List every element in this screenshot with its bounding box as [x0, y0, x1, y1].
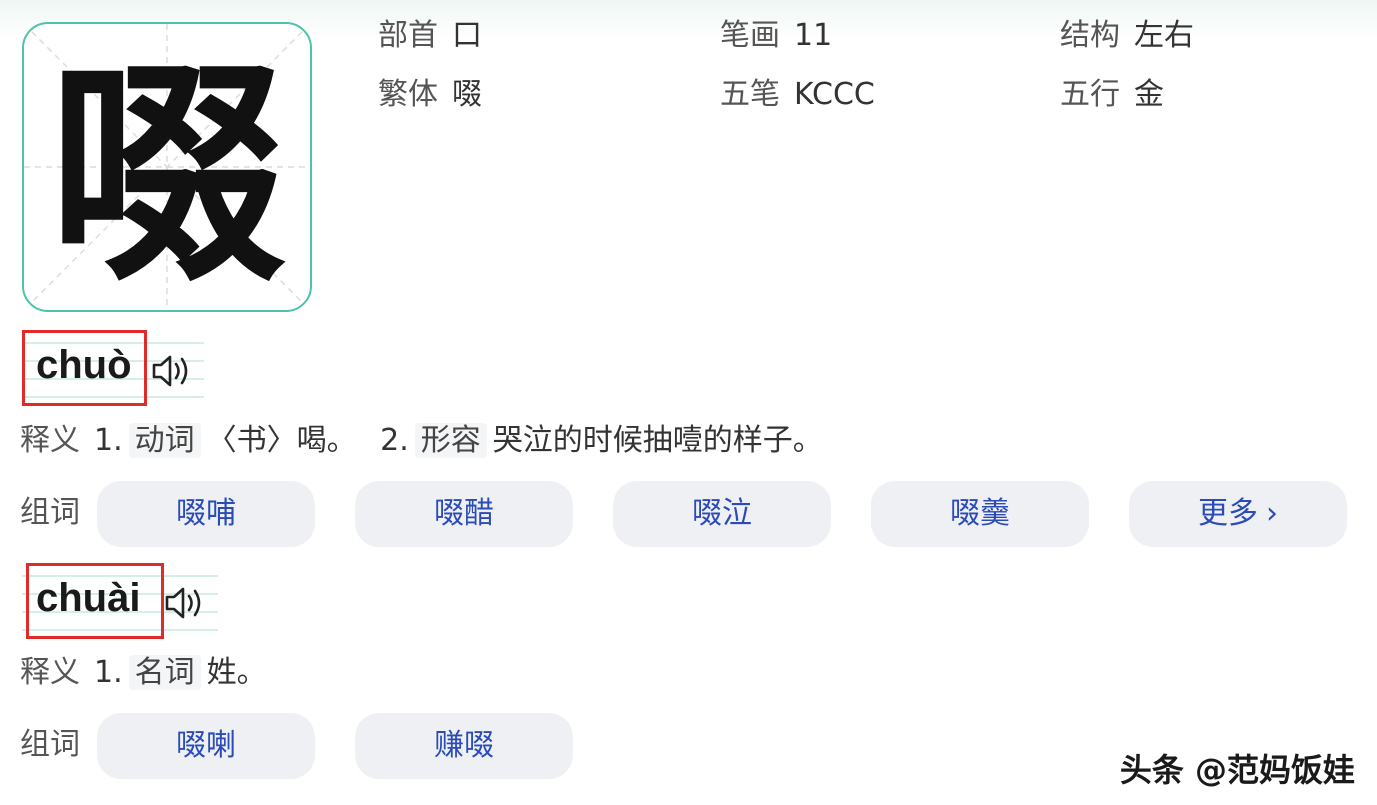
chevron-right-icon: › — [1266, 496, 1278, 531]
definition-number: 1. — [94, 423, 123, 458]
watermark: 头条 @范妈饭娃 — [1119, 751, 1355, 789]
traditional-label: 繁体 — [378, 77, 438, 112]
more-label: 更多 — [1198, 496, 1258, 531]
word-group-label: 组词 — [20, 495, 80, 530]
definition-label: 释义 — [20, 423, 80, 458]
wuxing-value: 金 — [1134, 77, 1164, 112]
structure-value: 左右 — [1134, 18, 1194, 53]
word-button[interactable]: 啜醋 — [355, 481, 573, 547]
word-button[interactable]: 啜哺 — [97, 481, 315, 547]
pinyin-text: chuài — [36, 576, 141, 620]
definition-text: 姓。 — [206, 655, 267, 690]
strokes-label: 笔画 — [720, 18, 780, 53]
character-writing-box: 啜 — [22, 22, 312, 312]
speaker-icon[interactable] — [163, 583, 207, 623]
traditional-value: 啜 — [452, 77, 482, 112]
definition-label: 释义 — [20, 655, 80, 690]
word-button[interactable]: 啜喇 — [97, 713, 315, 779]
definition-text: 〈书〉喝。 — [206, 423, 357, 458]
part-of-speech-tag: 形容 — [414, 423, 487, 458]
info-radical: 部首口 — [378, 18, 482, 54]
part-of-speech-tag: 动词 — [128, 423, 201, 458]
radical-value: 口 — [452, 18, 482, 53]
character-glyph: 啜 — [48, 35, 286, 312]
definition-number: 1. — [94, 655, 123, 690]
wubi-value: KCCC — [794, 77, 875, 112]
definition-line: 释义 1. 名词 姓。 — [20, 653, 267, 693]
info-strokes: 笔画 11 — [720, 18, 832, 54]
strokes-value: 11 — [794, 18, 833, 53]
word-button[interactable]: 啜羹 — [871, 481, 1089, 547]
wuxing-label: 五行 — [1060, 77, 1120, 112]
speaker-icon[interactable] — [150, 351, 194, 391]
info-wubi: 五笔 KCCC — [720, 77, 875, 113]
radical-label: 部首 — [378, 18, 438, 53]
definition-text: 哭泣的时候抽噎的样子。 — [492, 423, 823, 458]
word-group-label: 组词 — [20, 727, 80, 762]
pinyin-text: chuò — [36, 343, 132, 387]
part-of-speech-tag: 名词 — [128, 655, 201, 690]
word-button[interactable]: 啜泣 — [613, 481, 831, 547]
word-button[interactable]: 赚啜 — [355, 713, 573, 779]
info-traditional: 繁体啜 — [378, 77, 482, 113]
definition-line: 释义 1. 动词 〈书〉喝。 2. 形容 哭泣的时候抽噎的样子。 — [20, 421, 823, 461]
definition-number: 2. — [380, 423, 409, 458]
structure-label: 结构 — [1060, 18, 1120, 53]
more-words-button[interactable]: 更多 › — [1129, 481, 1347, 547]
info-wuxing: 五行金 — [1060, 77, 1164, 113]
info-structure: 结构 左右 — [1060, 18, 1194, 54]
wubi-label: 五笔 — [720, 77, 780, 112]
